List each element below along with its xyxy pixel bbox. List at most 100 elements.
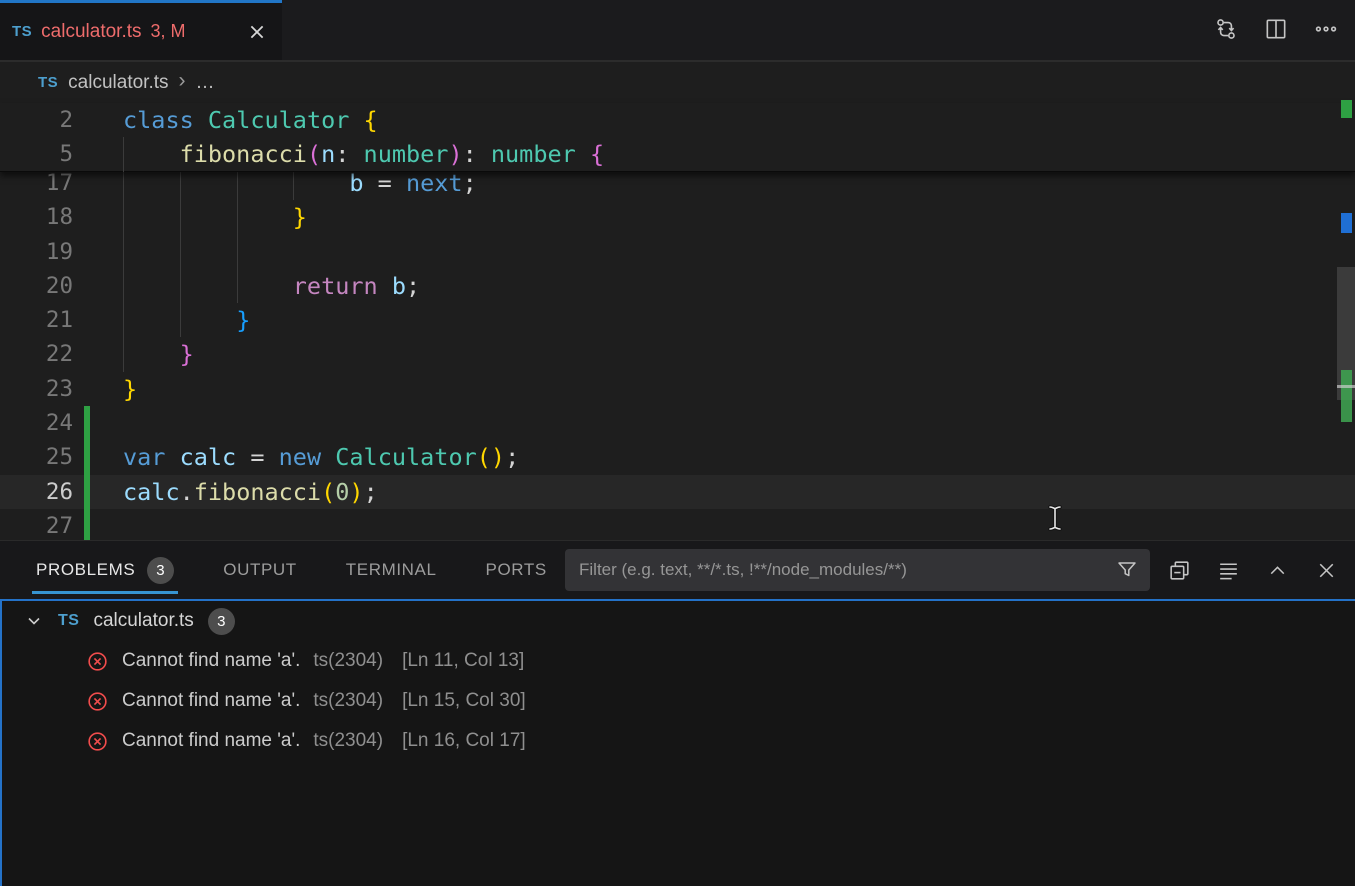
- code-text: return b;: [123, 269, 420, 303]
- maximize-panel-icon[interactable]: [1264, 557, 1290, 583]
- editor-gutter[interactable]: 27: [0, 509, 123, 540]
- editor-gutter[interactable]: 20: [0, 269, 123, 303]
- file-problems-count-badge: 3: [208, 608, 235, 635]
- tab-close-icon[interactable]: [244, 19, 270, 45]
- editor-gutter[interactable]: 24: [0, 406, 123, 440]
- code-text: }: [123, 337, 194, 371]
- breadcrumb: TS calculator.ts › …: [0, 62, 1355, 103]
- panel-actions: [1166, 557, 1339, 583]
- overview-git-added-mark: [1341, 100, 1352, 118]
- code-line-26[interactable]: 26 calc.fibonacci(0);: [0, 475, 1355, 509]
- filter-funnel-icon[interactable]: [1112, 555, 1142, 585]
- line-number[interactable]: 21: [0, 303, 73, 337]
- tab-problems-modified-indicator: 3, M: [151, 21, 186, 42]
- error-icon: [86, 730, 109, 753]
- error-icon: [86, 650, 109, 673]
- tab-ports[interactable]: PORTS: [486, 541, 547, 599]
- overview-ruler: [1337, 62, 1355, 540]
- problem-message: Cannot find name 'a'.: [122, 650, 300, 672]
- problems-file-group[interactable]: TS calculator.ts 3: [2, 601, 1355, 641]
- tab-ports-label: PORTS: [486, 560, 547, 580]
- editor-gutter[interactable]: 19: [0, 235, 123, 269]
- problem-item[interactable]: Cannot find name 'a'. ts(2304) [Ln 15, C…: [2, 681, 1355, 721]
- editor-gutter[interactable]: 18: [0, 200, 123, 234]
- code-line-27[interactable]: 27: [0, 509, 1355, 540]
- code-editor[interactable]: TS calculator.ts › … 17 b = next;18 }192…: [0, 62, 1355, 540]
- git-added-marker: [84, 406, 90, 440]
- panel-tabs: PROBLEMS 3 OUTPUT TERMINAL PORTS: [36, 541, 547, 599]
- line-number[interactable]: 25: [0, 440, 73, 474]
- editor-tab-calculator[interactable]: TS calculator.ts 3, M: [0, 0, 282, 60]
- code-text: calc.fibonacci(0);: [123, 475, 378, 509]
- git-added-marker: [84, 509, 90, 540]
- line-number[interactable]: 24: [0, 406, 73, 440]
- problems-file-name: calculator.ts: [93, 610, 193, 632]
- tab-title: calculator.ts: [41, 21, 141, 43]
- tab-terminal-label: TERMINAL: [346, 560, 437, 580]
- line-number[interactable]: 5: [0, 137, 73, 171]
- problems-filter-input[interactable]: [565, 560, 1112, 580]
- editor-gutter[interactable]: 25: [0, 440, 123, 474]
- code-line-23[interactable]: 23}: [0, 372, 1355, 406]
- problem-location: [Ln 15, Col 30]: [402, 690, 526, 712]
- problem-location: [Ln 16, Col 17]: [402, 730, 526, 752]
- line-number[interactable]: 2: [0, 103, 73, 137]
- git-added-marker: [84, 440, 90, 474]
- code-line-19[interactable]: 19: [0, 235, 1355, 269]
- line-number[interactable]: 26: [0, 475, 73, 509]
- tab-output-label: OUTPUT: [223, 560, 296, 580]
- line-number[interactable]: 18: [0, 200, 73, 234]
- line-number[interactable]: 23: [0, 372, 73, 406]
- line-number[interactable]: 19: [0, 235, 73, 269]
- code-text: class Calculator {: [123, 103, 378, 137]
- indent-guide: [123, 235, 124, 269]
- open-changes-icon[interactable]: [1213, 16, 1239, 42]
- collapse-all-icon[interactable]: [1166, 557, 1192, 583]
- git-added-marker: [84, 475, 90, 509]
- line-number[interactable]: 22: [0, 337, 73, 371]
- breadcrumb-file[interactable]: calculator.ts: [68, 72, 168, 94]
- code-text: }: [123, 200, 307, 234]
- typescript-file-icon: TS: [12, 23, 32, 40]
- more-actions-icon[interactable]: [1313, 16, 1339, 42]
- editor-gutter[interactable]: 22: [0, 337, 123, 371]
- split-editor-icon[interactable]: [1263, 16, 1289, 42]
- view-as-table-icon[interactable]: [1215, 557, 1241, 583]
- code-text: }: [123, 372, 137, 406]
- code-line-25[interactable]: 25var calc = new Calculator();: [0, 440, 1355, 474]
- problem-item[interactable]: Cannot find name 'a'. ts(2304) [Ln 16, C…: [2, 721, 1355, 761]
- chevron-down-icon[interactable]: [24, 611, 44, 631]
- problems-list: TS calculator.ts 3 Cannot find name 'a'.…: [0, 599, 1355, 886]
- code-line-5[interactable]: 5 fibonacci(n: number): number {: [0, 137, 1355, 171]
- editor-gutter[interactable]: 2: [0, 103, 123, 137]
- bottom-panel: PROBLEMS 3 OUTPUT TERMINAL PORTS: [0, 540, 1355, 885]
- tab-terminal[interactable]: TERMINAL: [346, 541, 437, 599]
- tab-bar: TS calculator.ts 3, M: [0, 0, 1355, 60]
- code-line-18[interactable]: 18 }: [0, 200, 1355, 234]
- code-line-21[interactable]: 21 }: [0, 303, 1355, 337]
- code-text: fibonacci(n: number): number {: [123, 137, 604, 171]
- line-number[interactable]: 27: [0, 509, 73, 540]
- panel-header: PROBLEMS 3 OUTPUT TERMINAL PORTS: [0, 541, 1355, 599]
- problem-message: Cannot find name 'a'.: [122, 690, 300, 712]
- code-line-22[interactable]: 22 }: [0, 337, 1355, 371]
- overview-git-added-mark: [1341, 370, 1352, 422]
- problem-item[interactable]: Cannot find name 'a'. ts(2304) [Ln 11, C…: [2, 641, 1355, 681]
- code-line-20[interactable]: 20 return b;: [0, 269, 1355, 303]
- sticky-scroll[interactable]: 2class Calculator {5 fibonacci(n: number…: [0, 103, 1355, 172]
- editor-gutter[interactable]: 21: [0, 303, 123, 337]
- editor-gutter[interactable]: 5: [0, 137, 123, 171]
- tab-problems-label: PROBLEMS: [36, 560, 135, 580]
- indent-guide: [180, 235, 181, 269]
- tab-output[interactable]: OUTPUT: [223, 541, 296, 599]
- code-text: }: [123, 303, 250, 337]
- close-panel-icon[interactable]: [1313, 557, 1339, 583]
- code-line-24[interactable]: 24: [0, 406, 1355, 440]
- tab-problems[interactable]: PROBLEMS 3: [36, 541, 174, 599]
- breadcrumb-more[interactable]: …: [196, 72, 215, 94]
- editor-gutter[interactable]: 26: [0, 475, 123, 509]
- editor-gutter[interactable]: 23: [0, 372, 123, 406]
- line-number[interactable]: 20: [0, 269, 73, 303]
- code-line-2[interactable]: 2 class Calculator {: [0, 103, 1355, 137]
- code-lines[interactable]: 17 b = next;18 }1920 return b;21 }22 }23…: [0, 166, 1355, 540]
